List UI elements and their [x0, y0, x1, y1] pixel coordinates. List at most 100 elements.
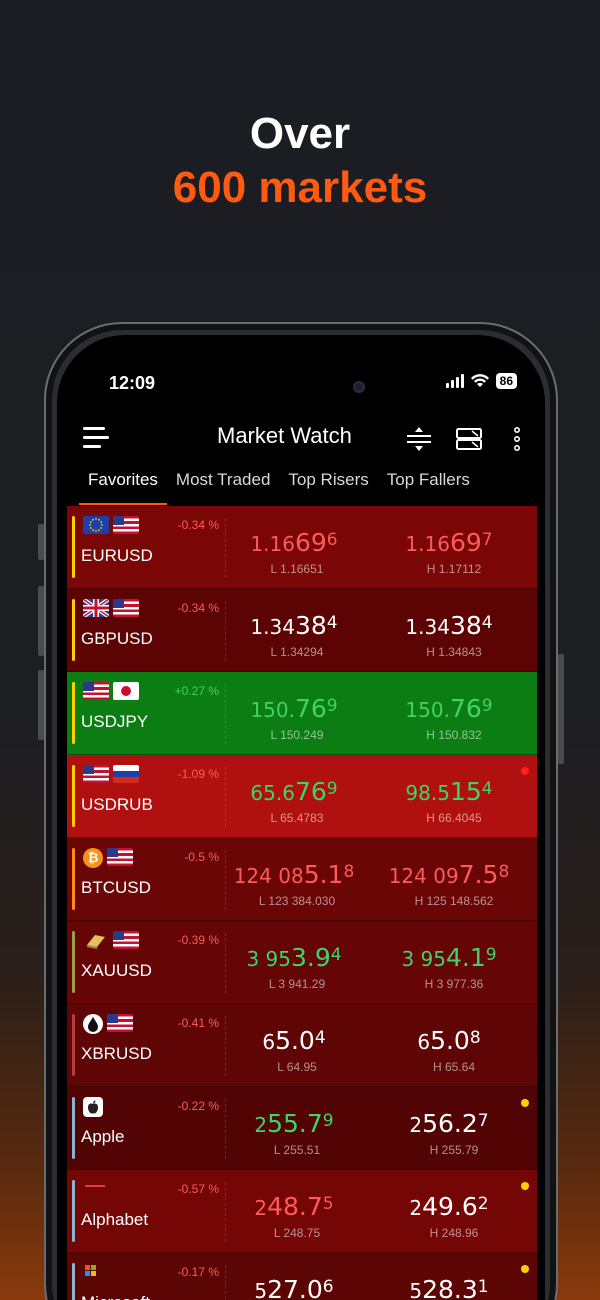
instrument-icons [83, 765, 139, 783]
front-camera-icon [353, 381, 365, 393]
bid-price[interactable]: 150.769 [219, 694, 369, 723]
ask-price-fraction: 7 [477, 1111, 489, 1131]
category-stripe [72, 931, 75, 993]
market-row-xbrusd[interactable]: XBRUSD -0.41 % 65.04 65.08 L 64.95 H 65.64 [67, 1004, 537, 1087]
instrument-icons [83, 682, 139, 700]
menu-icon[interactable] [83, 425, 111, 451]
bid-price-fraction: 4 [330, 945, 342, 965]
bid-price-big-figure: 2 [254, 1196, 268, 1220]
ask-price-big-figure: 124 09 [388, 864, 459, 888]
ask-price[interactable]: 249.62 [374, 1192, 524, 1221]
ru-flag-icon [113, 765, 139, 783]
ask-price-pips: 4.1 [445, 943, 486, 972]
eu-flag-icon [83, 516, 109, 534]
ask-price[interactable]: 65.08 [374, 1026, 524, 1055]
bid-price-big-figure: 2 [254, 1113, 268, 1137]
ask-price-fraction: 2 [477, 1194, 489, 1214]
tab-top-risers[interactable]: Top Risers [279, 469, 377, 505]
instrument-icons [83, 1014, 133, 1034]
bid-price[interactable]: 255.79 [219, 1109, 369, 1138]
market-row-eurusd[interactable]: EURUSD -0.34 % 1.16696 1.16697 L 1.16651 H 1.… [67, 506, 537, 589]
ask-price[interactable]: 1.34384 [374, 611, 524, 640]
ask-price[interactable]: 150.769 [374, 694, 524, 723]
high-price: H 1.34843 [426, 645, 482, 659]
bid-price-big-figure: 150. [250, 698, 295, 722]
volume-up-button [38, 586, 44, 656]
ask-price-pips: 49.6 [422, 1192, 478, 1221]
bid-price-big-figure: 1.34 [250, 615, 295, 639]
market-row-usdjpy[interactable]: USDJPY +0.27 % 150.769 150.769 L 150.249 H 15… [67, 672, 537, 755]
instrument-symbol: GBPUSD [81, 629, 153, 648]
market-row-gbpusd[interactable]: GBPUSD -0.34 % 1.34384 1.34384 L 1.34294 H 1.… [67, 589, 537, 672]
ask-price-pips: 28.3 [422, 1275, 478, 1300]
ask-price[interactable]: 98.5154 [374, 777, 524, 806]
market-row-alphabet[interactable]: Alphabet -0.57 % 248.75 249.62 L 248.75 H 248… [67, 1170, 537, 1253]
high-price: H 255.79 [429, 1143, 479, 1157]
ask-price-big-figure: 3 95 [401, 947, 446, 971]
gold-bar-icon [83, 931, 109, 949]
ask-price[interactable]: 528.31 [374, 1275, 524, 1300]
headline-line-1: Over [249, 109, 351, 158]
bid-price[interactable]: 65.6769 [219, 777, 369, 806]
instrument-symbol: XAUUSD [81, 961, 152, 980]
ask-price-pips: 15 [449, 777, 482, 806]
bid-price[interactable]: 1.34384 [219, 611, 369, 640]
market-row-xauusd[interactable]: XAUUSD -0.39 % 3 953.94 3 954.19 L 3 941.29 H… [67, 921, 537, 1004]
ask-price[interactable]: 3 954.19 [374, 943, 524, 972]
instrument-icons [83, 931, 139, 949]
bid-price-fraction: 6 [326, 530, 338, 550]
more-vertical-icon[interactable] [503, 425, 531, 453]
bid-price-big-figure: 124 08 [233, 864, 304, 888]
layout-icon[interactable] [455, 425, 483, 453]
bid-price[interactable]: 65.04 [219, 1026, 369, 1055]
tab-most-traded[interactable]: Most Traded [167, 469, 280, 505]
ask-price-big-figure: 98.5 [405, 781, 450, 805]
instrument-symbol: USDRUB [81, 795, 153, 814]
category-stripe [72, 516, 75, 578]
bid-price[interactable]: 3 953.94 [219, 943, 369, 972]
us-flag-icon [113, 599, 139, 617]
mute-switch [38, 524, 44, 560]
change-percent: -1.09 % [177, 767, 219, 781]
volume-down-button [38, 670, 44, 740]
ask-price[interactable]: 256.27 [374, 1109, 524, 1138]
ask-price-pips: 56.2 [422, 1109, 478, 1138]
bid-price[interactable]: 1.16696 [219, 528, 369, 557]
tab-favorites[interactable]: Favorites [79, 469, 167, 505]
ask-price-pips: 69 [449, 528, 482, 557]
low-price: L 1.16651 [270, 562, 324, 576]
high-price: H 248.96 [429, 1226, 479, 1240]
ask-price-pips: 76 [449, 694, 482, 723]
market-row-microsoft[interactable]: Microsoft-0.17 %527.06528.31 [67, 1253, 537, 1300]
low-price: L 3 941.29 [268, 977, 326, 991]
app-bar: Market Watch [57, 415, 545, 475]
market-row-apple[interactable]: Apple -0.22 % 255.79 256.27 L 255.51 H 255.79 [67, 1087, 537, 1170]
bid-price-pips: 55.7 [267, 1109, 323, 1138]
tab-top-fallers[interactable]: Top Fallers [378, 469, 479, 505]
low-price: L 255.51 [273, 1143, 321, 1157]
ask-price-fraction: 7 [481, 530, 493, 550]
category-stripe [72, 1263, 75, 1300]
change-percent: -0.34 % [177, 601, 219, 615]
bid-price[interactable]: 248.75 [219, 1192, 369, 1221]
change-percent: -0.22 % [177, 1099, 219, 1113]
bid-price[interactable]: 124 085.18 [219, 860, 369, 889]
ask-price-fraction: 8 [498, 862, 510, 882]
instrument-icons [83, 516, 139, 534]
instrument-symbol: Alphabet [81, 1210, 149, 1229]
battery-icon: 86 [495, 373, 517, 389]
bitcoin-icon: ₿ [83, 848, 103, 868]
row-height-icon[interactable] [405, 425, 433, 453]
change-percent: -0.34 % [177, 518, 219, 532]
market-row-btcusd[interactable]: ₿ BTCUSD -0.5 % 124 085.18 124 097.58 L 123 3… [67, 838, 537, 921]
market-row-usdrub[interactable]: USDRUB -1.09 % 65.6769 98.5154 L 65.4783 H 66… [67, 755, 537, 838]
bid-price[interactable]: 527.06 [219, 1275, 369, 1300]
ask-price[interactable]: 124 097.58 [374, 860, 524, 889]
bid-price-pips: 3.9 [290, 943, 331, 972]
ask-price[interactable]: 1.16697 [374, 528, 524, 557]
ask-price-fraction: 9 [481, 696, 493, 716]
bid-price-big-figure: 1.16 [250, 532, 295, 556]
oil-drop-icon [83, 1014, 103, 1034]
bid-price-fraction: 5 [322, 1194, 334, 1214]
change-percent: -0.39 % [177, 933, 219, 947]
